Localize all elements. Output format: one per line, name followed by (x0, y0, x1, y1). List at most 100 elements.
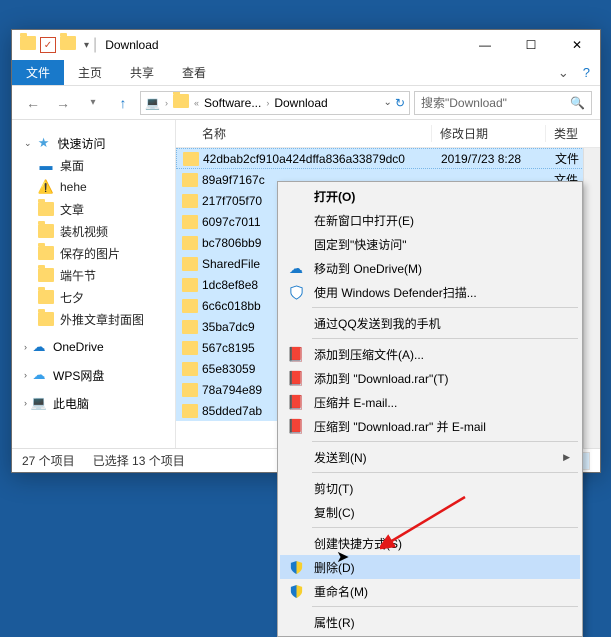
breadcrumb-seg[interactable]: Download (274, 96, 327, 110)
file-name: 85dded7ab (202, 404, 262, 418)
tab-file[interactable]: 文件 (12, 60, 64, 85)
menu-add-rar[interactable]: 📕添加到 "Download.rar"(T) (280, 366, 580, 390)
menu-open-new-window[interactable]: 在新窗口中打开(E) (280, 208, 580, 232)
recent-dropdown-icon[interactable]: ▾ (80, 90, 106, 116)
back-button[interactable]: ← (20, 90, 46, 116)
nav-quick-access[interactable]: ⌄ ★ 快速访问 (12, 132, 175, 154)
qat-dropdown-icon[interactable]: ▾ (84, 40, 89, 51)
menu-properties[interactable]: 属性(R) (280, 610, 580, 634)
column-headers[interactable]: 名称 修改日期 类型 (176, 120, 600, 148)
window-title: Download (105, 38, 158, 52)
qat-folder-icon[interactable] (60, 36, 76, 55)
nav-articles[interactable]: 文章 (12, 198, 175, 220)
col-name[interactable]: 名称 (202, 127, 226, 141)
uac-shield-icon (286, 581, 306, 601)
menu-open[interactable]: 打开(O) (280, 184, 580, 208)
pc-icon: 💻 (31, 395, 47, 411)
menu-copy[interactable]: 复制(C) (280, 500, 580, 524)
folder-icon (38, 223, 54, 239)
menu-pin-quick[interactable]: 固定到"快速访问" (280, 232, 580, 256)
tab-home[interactable]: 主页 (64, 60, 116, 85)
menu-cut[interactable]: 剪切(T) (280, 476, 580, 500)
maximize-button[interactable]: ☐ (508, 30, 554, 60)
star-icon: ★ (36, 135, 52, 151)
folder-icon (173, 94, 189, 111)
pc-icon: 💻 (145, 96, 160, 110)
qat-checkbox-icon[interactable]: ✓ (40, 37, 56, 53)
menu-onedrive[interactable]: ☁移动到 OneDrive(M) (280, 256, 580, 280)
search-placeholder: 搜索"Download" (421, 94, 507, 111)
menu-send-to[interactable]: 发送到(N)▶ (280, 445, 580, 469)
tab-share[interactable]: 共享 (116, 60, 168, 85)
file-name: 6c6c018bb (202, 299, 261, 313)
file-name: 78a794e89 (202, 383, 262, 397)
nav-hehe[interactable]: ⚠️hehe (12, 176, 175, 198)
nav-pane: ⌄ ★ 快速访问 ▬桌面 ⚠️hehe 文章 装机视频 保存的图片 端午节 七夕… (12, 120, 176, 448)
context-menu: 打开(O) 在新窗口中打开(E) 固定到"快速访问" ☁移动到 OneDrive… (277, 181, 583, 637)
menu-delete[interactable]: 删除(D) (280, 555, 580, 579)
warning-icon: ⚠️ (38, 179, 54, 195)
refresh-icon[interactable]: ↻ (395, 96, 405, 110)
nav-qixi[interactable]: 七夕 (12, 286, 175, 308)
menu-compress-email[interactable]: 📕压缩并 E-mail... (280, 390, 580, 414)
cloud-icon: ☁ (31, 339, 47, 355)
nav-desktop[interactable]: ▬桌面 (12, 154, 175, 176)
nav-toolbar: ← → ▾ ↑ 💻 › « Software... › Download ⌄ ↻… (12, 86, 600, 120)
folder-icon (38, 289, 54, 305)
file-name: 42dbab2cf910a424dffa836a33879dc0 (203, 152, 405, 166)
file-name: 35ba7dc9 (202, 320, 255, 334)
breadcrumb-seg[interactable]: Software... (204, 96, 261, 110)
chevron-right-icon: ▶ (563, 452, 580, 463)
winrar-icon: 📕 (286, 392, 306, 412)
close-button[interactable]: ✕ (554, 30, 600, 60)
tab-view[interactable]: 查看 (168, 60, 220, 85)
menu-add-archive[interactable]: 📕添加到压缩文件(A)... (280, 342, 580, 366)
file-type: 文件 (547, 150, 599, 167)
up-button[interactable]: ↑ (110, 90, 136, 116)
file-name: 1dc8ef8e8 (202, 278, 258, 292)
titlebar: ✓ ▾ | Download — ☐ ✕ (12, 30, 600, 60)
help-icon[interactable]: ? (583, 65, 590, 80)
menu-shortcut[interactable]: 创建快捷方式(S) (280, 531, 580, 555)
nav-saved-images[interactable]: 保存的图片 (12, 242, 175, 264)
chevron-down-icon[interactable]: ⌄ (384, 97, 392, 108)
ribbon-expand-icon[interactable]: ⌄ (558, 65, 569, 81)
menu-defender[interactable]: 使用 Windows Defender扫描... (280, 280, 580, 304)
winrar-icon: 📕 (286, 344, 306, 364)
nav-thispc[interactable]: ›💻此电脑 (12, 392, 175, 414)
nav-duanwu[interactable]: 端午节 (12, 264, 175, 286)
file-name: 6097c7011 (202, 215, 261, 229)
folder-icon (182, 278, 198, 292)
cloud-icon: ☁ (286, 258, 306, 278)
file-row[interactable]: 42dbab2cf910a424dffa836a33879dc0 2019/7/2… (176, 148, 600, 169)
nav-videos[interactable]: 装机视频 (12, 220, 175, 242)
menu-qq-send[interactable]: 通过QQ发送到我的手机 (280, 311, 580, 335)
menu-rar-email[interactable]: 📕压缩到 "Download.rar" 并 E-mail (280, 414, 580, 438)
forward-button[interactable]: → (50, 90, 76, 116)
col-modified[interactable]: 修改日期 (432, 125, 546, 142)
nav-onedrive[interactable]: ›☁OneDrive (12, 336, 175, 358)
file-modified: 2019/7/23 8:28 (433, 152, 547, 166)
col-type[interactable]: 类型 (546, 125, 600, 142)
folder-icon (38, 201, 54, 217)
minimize-button[interactable]: — (462, 30, 508, 60)
file-name: 89a9f7167c (202, 173, 265, 187)
breadcrumb[interactable]: 💻 › « Software... › Download ⌄ ↻ (140, 91, 410, 115)
cloud-icon: ☁ (31, 367, 47, 383)
qat-divider: | (93, 36, 97, 54)
folder-icon (38, 311, 54, 327)
folder-icon (182, 341, 198, 355)
folder-icon (38, 267, 54, 283)
folder-icon (182, 320, 198, 334)
search-input[interactable]: 搜索"Download" 🔍 (414, 91, 592, 115)
nav-covers[interactable]: 外推文章封面图 (12, 308, 175, 330)
folder-icon (182, 194, 198, 208)
menu-rename[interactable]: 重命名(M) (280, 579, 580, 603)
status-count: 27 个项目 (22, 452, 75, 469)
nav-wps[interactable]: ›☁WPS网盘 (12, 364, 175, 386)
folder-icon (182, 383, 198, 397)
shield-icon (286, 282, 306, 302)
file-name: 65e83059 (202, 362, 255, 376)
folder-icon (182, 362, 198, 376)
folder-icon (182, 236, 198, 250)
